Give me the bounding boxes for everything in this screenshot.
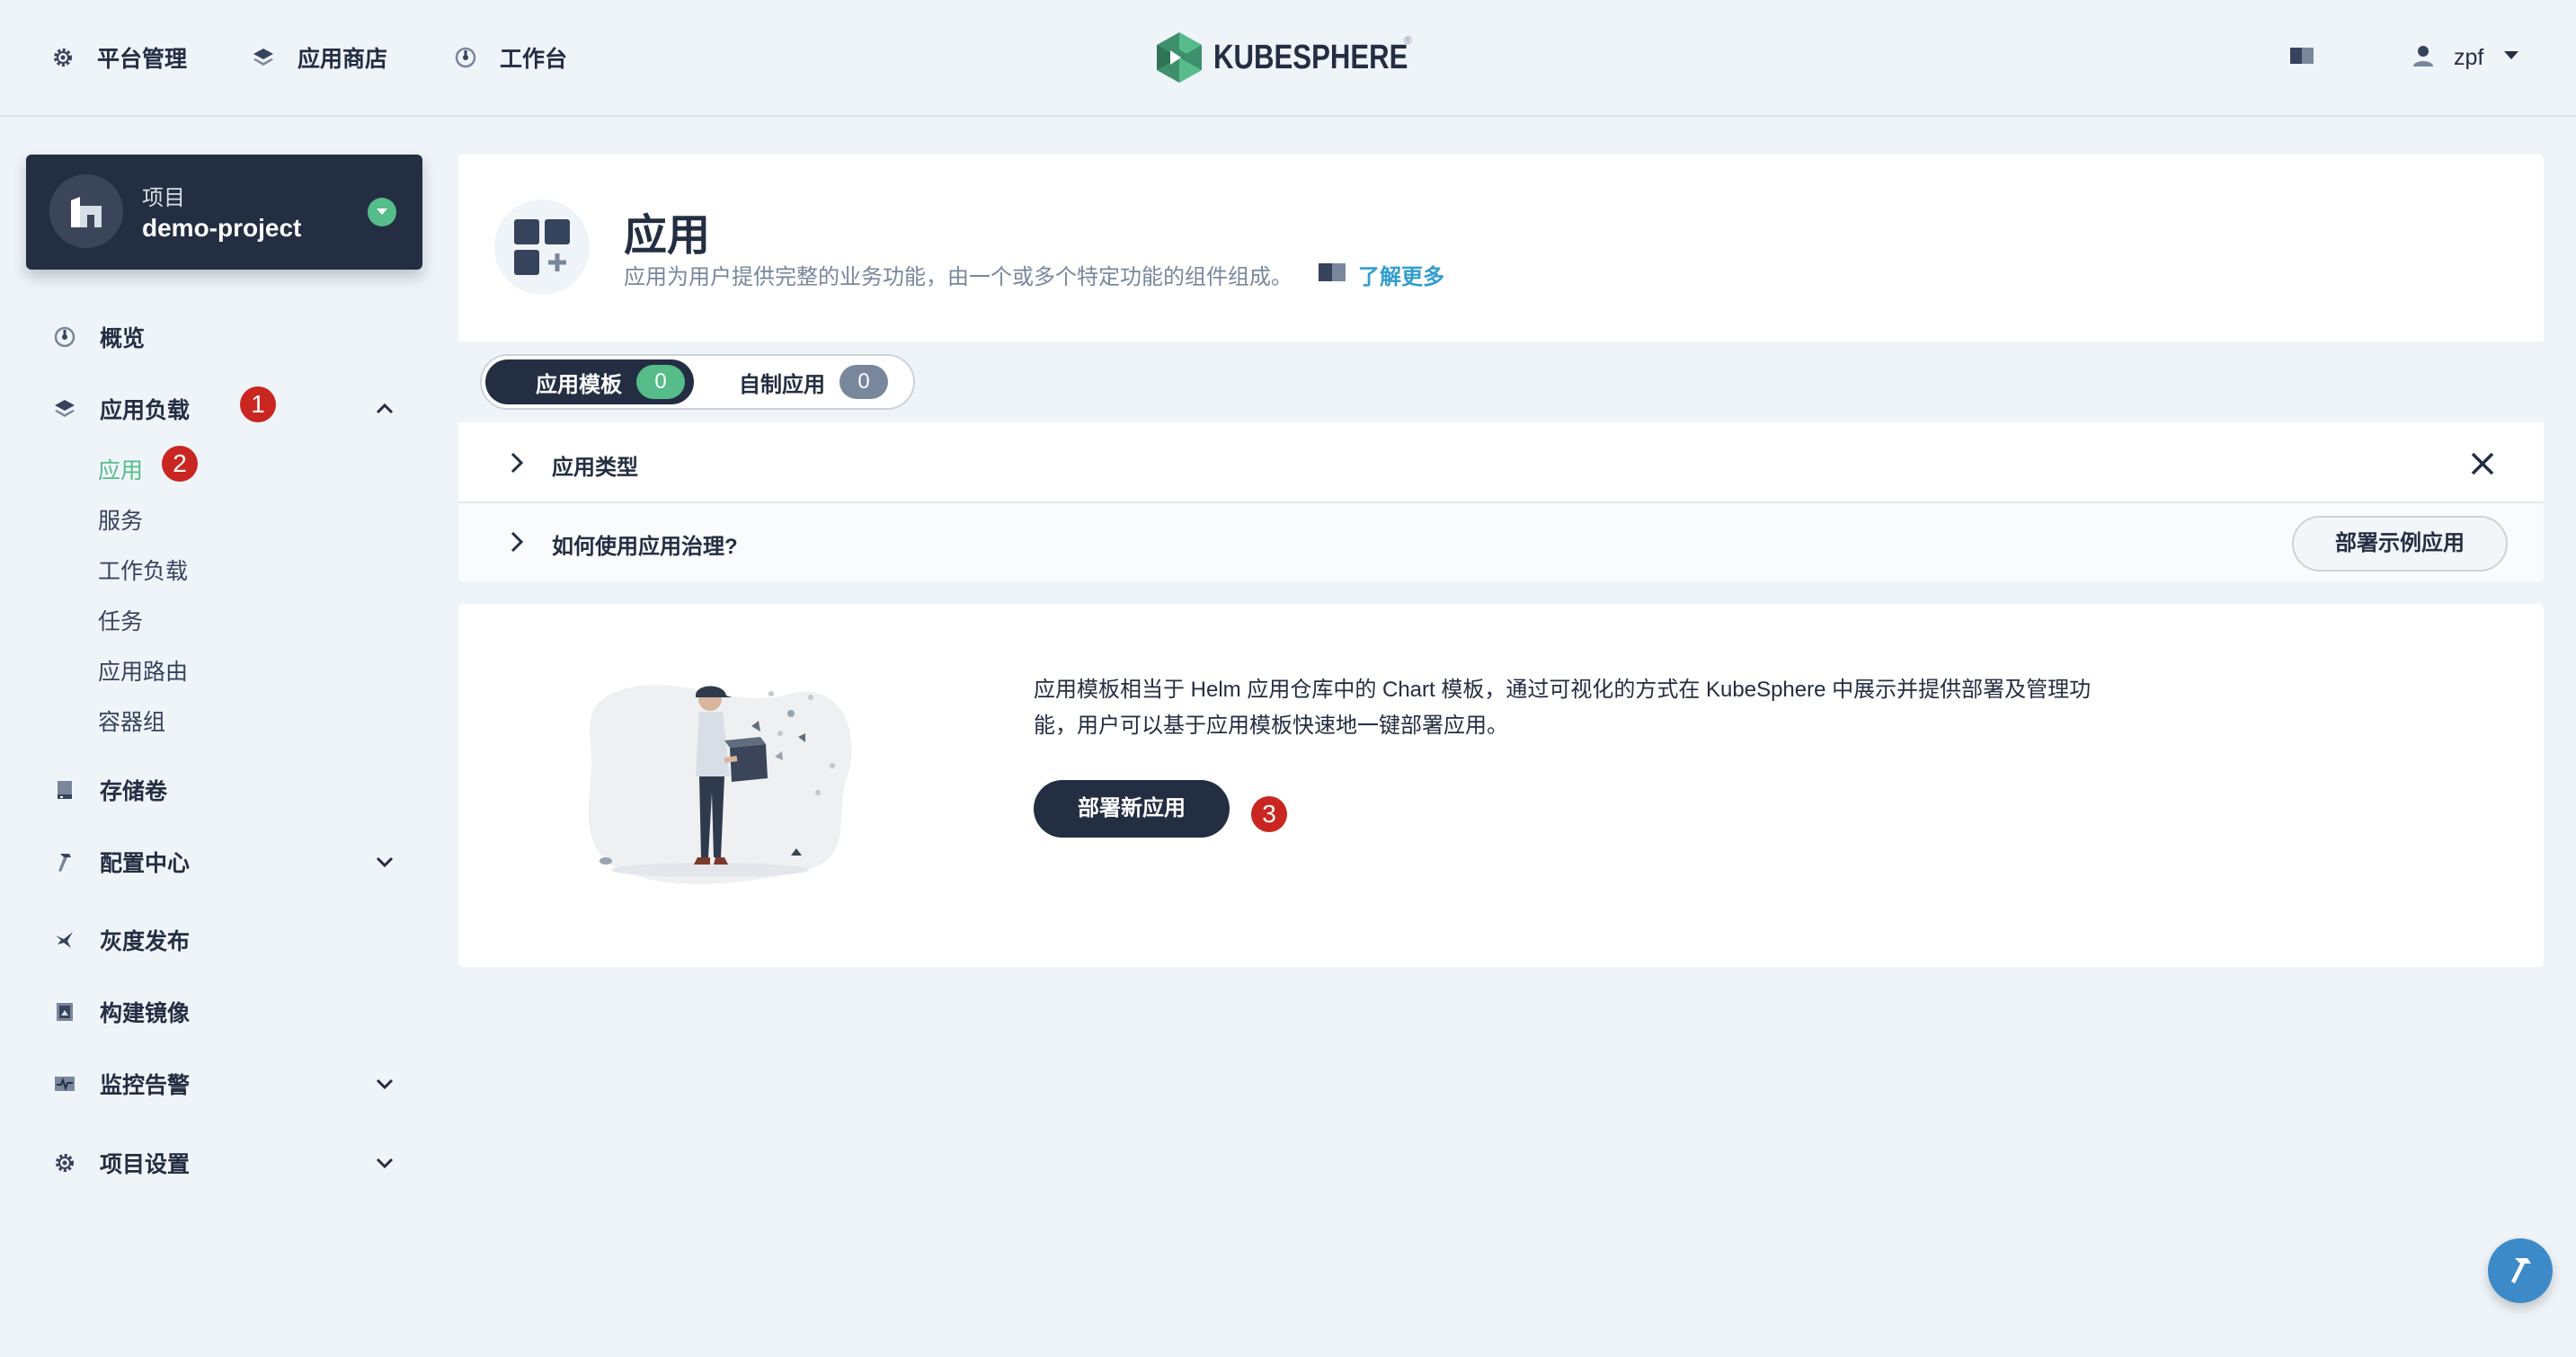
- sidebar-item-project-settings[interactable]: 项目设置: [52, 1145, 190, 1181]
- sidebar-subitem-workloads[interactable]: 工作负载: [98, 555, 188, 588]
- sidebar-item-label: 灰度发布: [100, 929, 191, 954]
- tab-group: 应用模板 0 自制应用 0: [480, 354, 915, 410]
- how-to-label: 如何使用应用治理?: [552, 535, 738, 559]
- empty-state-panel: 应用模板相当于 Helm 应用仓库中的 Chart 模板，通过可视化的方式在 K…: [458, 604, 2544, 967]
- nav-platform-management[interactable]: 平台管理: [47, 40, 187, 75]
- hammer-icon: [2511, 1258, 2531, 1283]
- chevron-right-icon: [511, 531, 524, 553]
- monitor-icon: [52, 1071, 77, 1096]
- layers-icon: [247, 41, 280, 74]
- tab-label: 自制应用: [739, 372, 825, 397]
- sidebar-item-grayscale-release[interactable]: 灰度发布: [52, 922, 190, 958]
- docs-button[interactable]: [2288, 40, 2315, 75]
- sidebar-item-config-center[interactable]: 配置中心: [52, 844, 190, 880]
- sidebar-subitem-apps[interactable]: 应用: [98, 455, 143, 487]
- sidebar-subitem-services[interactable]: 服务: [98, 505, 143, 537]
- top-bar: 平台管理 应用商店 工作台 KUBESPHERE ® zpf: [0, 0, 2576, 117]
- project-selector[interactable]: 项目 demo-project: [26, 155, 422, 270]
- gear-icon: [47, 41, 79, 74]
- chevron-down-icon[interactable]: [372, 849, 397, 874]
- learn-more-label: 了解更多: [1358, 265, 1444, 289]
- nav-workbench[interactable]: 工作台: [449, 40, 567, 75]
- sidebar-item-label: 概览: [100, 326, 146, 351]
- chevron-down-icon[interactable]: [372, 1071, 397, 1096]
- chevron-down-icon[interactable]: [372, 1150, 397, 1175]
- toolbox-button[interactable]: [2488, 1238, 2553, 1303]
- nav-app-store[interactable]: 应用商店: [247, 40, 387, 75]
- tab-count-badge: 0: [839, 365, 888, 399]
- sidebar-item-label: 构建镜像: [100, 1001, 191, 1026]
- sidebar-item-label: 项目设置: [100, 1152, 191, 1177]
- sidebar-item-label: 监控告警: [100, 1073, 191, 1098]
- user-menu[interactable]: zpf: [2411, 40, 2519, 75]
- empty-state-text: 应用模板相当于 Helm 应用仓库中的 Chart 模板，通过可视化的方式在 K…: [1034, 678, 2092, 738]
- tab-label: 应用模板: [536, 372, 622, 397]
- sidebar-item-label: 配置中心: [100, 851, 191, 876]
- layers-icon: [52, 396, 77, 421]
- close-icon[interactable]: [2468, 449, 2497, 478]
- book-icon: [1317, 261, 1347, 288]
- kubesphere-logo-icon: [1157, 32, 1202, 83]
- nav-label: 平台管理: [97, 47, 188, 72]
- project-name: demo-project: [142, 214, 302, 242]
- page-title: 应用: [624, 212, 711, 260]
- step-marker-3: 3: [1251, 796, 1287, 832]
- username: zpf: [2454, 44, 2484, 70]
- dashboard-icon: [52, 324, 77, 350]
- registered-mark: ®: [1404, 34, 1412, 47]
- image-build-icon: [52, 999, 77, 1024]
- app-type-label: 应用类型: [552, 456, 638, 480]
- sidebar-item-app-workloads[interactable]: 应用负载: [52, 391, 190, 427]
- project-kind-label: 项目: [142, 186, 185, 210]
- empty-box-illustration: [588, 685, 852, 884]
- deploy-sample-app-button[interactable]: 部署示例应用: [2292, 516, 2508, 572]
- deploy-new-app-button[interactable]: 部署新应用: [1034, 780, 1230, 838]
- tab-custom-apps[interactable]: 自制应用 0: [699, 359, 910, 404]
- step-marker-2: 2: [162, 446, 198, 482]
- storage-icon: [52, 777, 77, 803]
- sidebar-item-volumes[interactable]: 存储卷: [52, 772, 167, 808]
- gear-icon: [52, 1150, 77, 1175]
- sidebar-subitem-pods[interactable]: 容器组: [98, 706, 165, 739]
- logo-text: KUBESPHERE: [1213, 38, 1408, 76]
- how-to-row[interactable]: 如何使用应用治理? 部署示例应用: [458, 503, 2544, 581]
- sidebar-item-image-builder[interactable]: 构建镜像: [52, 994, 190, 1030]
- tab-count-badge: 0: [636, 365, 685, 399]
- page-description: 应用为用户提供完整的业务功能，由一个或多个特定功能的组件组成。: [624, 265, 1292, 289]
- sidebar-subitem-jobs[interactable]: 任务: [98, 606, 143, 638]
- kubesphere-logo[interactable]: KUBESPHERE ®: [1154, 31, 1451, 84]
- dashboard-icon: [449, 41, 482, 74]
- book-icon: [2288, 45, 2315, 71]
- project-icon: [49, 174, 123, 248]
- app-type-row[interactable]: 应用类型: [458, 422, 2544, 503]
- chevron-right-icon: [511, 452, 524, 474]
- sidebar-item-label: 存储卷: [100, 779, 168, 804]
- step-marker-1: 1: [240, 386, 276, 422]
- app-grid-icon: [494, 200, 590, 295]
- bird-icon: [52, 927, 77, 953]
- learn-more-link[interactable]: 了解更多: [1317, 259, 1444, 290]
- nav-label: 应用商店: [298, 47, 388, 72]
- nav-label: 工作台: [500, 47, 568, 72]
- hammer-icon: [52, 849, 77, 874]
- sidebar-subitem-routes[interactable]: 应用路由: [98, 656, 188, 688]
- chevron-up-icon[interactable]: [372, 396, 397, 421]
- page-header-panel: 应用 应用为用户提供完整的业务功能，由一个或多个特定功能的组件组成。 了解更多 …: [458, 155, 2544, 581]
- sidebar-item-monitoring-alerts[interactable]: 监控告警: [52, 1066, 190, 1102]
- user-icon: [2411, 43, 2436, 73]
- sidebar-item-label: 应用负载: [100, 398, 191, 423]
- tab-app-templates[interactable]: 应用模板 0: [485, 359, 694, 404]
- chevron-down-icon: [2503, 49, 2519, 66]
- dropdown-toggle-icon[interactable]: [368, 198, 396, 226]
- sidebar-item-overview[interactable]: 概览: [52, 319, 145, 355]
